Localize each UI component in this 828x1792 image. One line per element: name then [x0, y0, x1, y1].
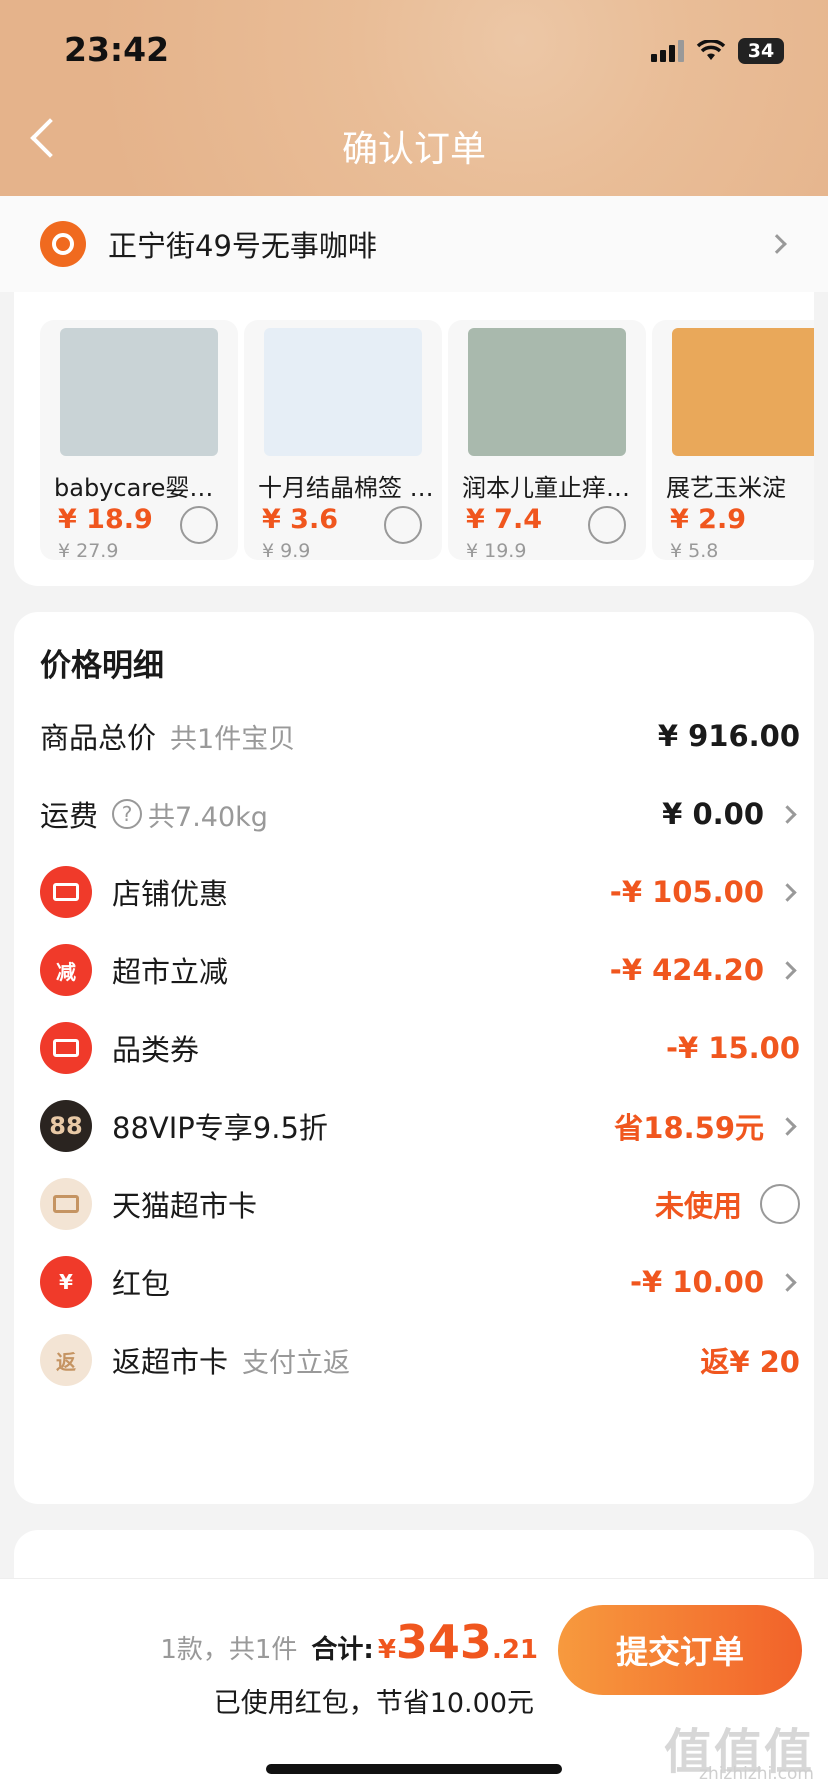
- coupon-icon: [40, 1022, 92, 1074]
- chevron-right-icon: [778, 882, 797, 902]
- category-coupon-row: 品类券 -¥ 15.00: [40, 1018, 800, 1078]
- goods-total-label: 商品总价: [40, 721, 157, 755]
- chevron-right-icon: [778, 960, 797, 980]
- chevron-right-icon: [778, 1116, 797, 1136]
- shop-discount-value: -¥ 105.00: [609, 875, 764, 909]
- product-name: babycare婴…: [54, 474, 214, 502]
- total-currency: ¥: [377, 1635, 396, 1665]
- watermark-url: zhizhizhi.com: [699, 1764, 814, 1784]
- product-original-price: ¥ 5.8: [670, 540, 719, 560]
- product-image: [672, 328, 814, 456]
- market-reduce-label: 超市立减: [112, 955, 229, 989]
- recommendation-item[interactable]: 展艺玉米淀 ¥ 2.9 ¥ 5.8: [652, 320, 814, 560]
- product-name: 十月结晶棉签 …: [258, 474, 434, 502]
- product-name: 润本儿童止痒…: [462, 474, 630, 502]
- vip-row[interactable]: 88 88VIP专享9.5折 省18.59元: [40, 1096, 800, 1156]
- address-bar[interactable]: 正宁街49号无事咖啡: [0, 196, 828, 292]
- submit-order-button[interactable]: 提交订单: [558, 1605, 802, 1695]
- total-decimal: .21: [491, 1635, 538, 1665]
- shipping-row[interactable]: 运费 ? 共7.40kg ¥ 0.00: [40, 784, 800, 844]
- total-label: 合计:: [311, 1635, 374, 1665]
- market-reduce-row[interactable]: 减 超市立减 -¥ 424.20: [40, 940, 800, 1000]
- red-packet-row[interactable]: ¥ 红包 -¥ 10.00: [40, 1252, 800, 1312]
- page-title: 确认订单: [341, 129, 486, 170]
- chevron-right-icon: [778, 804, 797, 824]
- help-icon[interactable]: ?: [112, 799, 143, 829]
- shop-discount-row[interactable]: 店铺优惠 -¥ 105.00: [40, 862, 800, 922]
- chevron-right-icon: [778, 1272, 797, 1292]
- product-image: [264, 328, 422, 456]
- market-card-checkbox[interactable]: [760, 1184, 800, 1224]
- address-text: 正宁街49号无事咖啡: [108, 229, 377, 263]
- recommendation-item[interactable]: 十月结晶棉签 … ¥ 3.6 ¥ 9.9: [244, 320, 442, 560]
- home-indicator[interactable]: [266, 1764, 562, 1774]
- vip-88-icon: 88: [40, 1100, 92, 1152]
- chevron-right-icon: [767, 234, 787, 254]
- header-bar: 23:42 34 确认订单: [0, 0, 828, 196]
- category-coupon-label: 品类券: [112, 1033, 200, 1067]
- recommendation-list: babycare婴… ¥ 18.9 ¥ 27.9 十月结晶棉签 … ¥ 3.6 ¥ 9.9…: [40, 320, 814, 560]
- shipping-value: ¥ 0.00: [662, 797, 764, 831]
- item-count: 1款，共1件: [160, 1635, 298, 1665]
- red-packet-label: 红包: [112, 1267, 171, 1301]
- product-name: 展艺玉米淀: [666, 474, 786, 502]
- product-original-price: ¥ 9.9: [262, 540, 311, 560]
- total-summary: 1款，共1件 合计: ¥ 343 .21: [160, 1615, 538, 1669]
- status-time: 23:42: [64, 30, 170, 69]
- product-price: ¥ 3.6: [262, 504, 339, 535]
- product-select-checkbox[interactable]: [384, 506, 422, 544]
- card-icon: [40, 1178, 92, 1230]
- wifi-icon: [696, 40, 726, 60]
- red-packet-value: -¥ 10.00: [629, 1265, 764, 1299]
- market-card-row[interactable]: 天猫超市卡 未使用: [40, 1174, 800, 1234]
- market-card-value: 未使用: [654, 1189, 742, 1223]
- product-select-checkbox[interactable]: [180, 506, 218, 544]
- cashback-label: 返超市卡: [112, 1345, 229, 1379]
- product-image: [468, 328, 626, 456]
- category-coupon-value: -¥ 15.00: [665, 1031, 800, 1065]
- section-title: 价格明细: [40, 648, 164, 684]
- product-price: ¥ 18.9: [58, 504, 153, 535]
- battery-icon: 34: [738, 38, 784, 64]
- recommendation-card: babycare婴… ¥ 18.9 ¥ 27.9 十月结晶棉签 … ¥ 3.6 ¥ 9.9…: [14, 250, 814, 586]
- product-select-checkbox[interactable]: [588, 506, 626, 544]
- saved-note: 已使用红包，节省10.00元: [213, 1688, 534, 1719]
- vip-value: 省18.59元: [614, 1111, 764, 1145]
- total-amount: 343: [395, 1615, 492, 1669]
- goods-total-row: 商品总价 共1件宝贝 ¥ 916.00: [40, 706, 800, 766]
- goods-total-value: ¥ 916.00: [657, 719, 800, 753]
- product-original-price: ¥ 27.9: [58, 540, 119, 560]
- product-price: ¥ 2.9: [670, 504, 747, 535]
- product-image: [60, 328, 218, 456]
- signal-icon: [651, 40, 684, 62]
- shipping-weight: 共7.40kg: [148, 801, 268, 833]
- coupon-icon: [40, 866, 92, 918]
- product-price: ¥ 7.4: [466, 504, 543, 535]
- reduce-icon: 减: [40, 944, 92, 996]
- shipping-label: 运费: [40, 799, 99, 833]
- cashback-sub: 支付立返: [242, 1347, 351, 1379]
- red-packet-icon: ¥: [40, 1256, 92, 1308]
- market-reduce-value: -¥ 424.20: [609, 953, 764, 987]
- status-icons: 34: [651, 38, 784, 64]
- product-original-price: ¥ 19.9: [466, 540, 527, 560]
- goods-total-sub: 共1件宝贝: [170, 723, 296, 755]
- recommendation-item[interactable]: 润本儿童止痒… ¥ 7.4 ¥ 19.9: [448, 320, 646, 560]
- cashback-icon: 返: [40, 1334, 92, 1386]
- location-pin-icon: [40, 221, 86, 267]
- market-card-label: 天猫超市卡: [112, 1189, 258, 1223]
- cashback-value: 返¥ 20: [700, 1345, 800, 1379]
- vip-label: 88VIP专享9.5折: [112, 1111, 328, 1145]
- recommendation-item[interactable]: babycare婴… ¥ 18.9 ¥ 27.9: [40, 320, 238, 560]
- price-detail-card: 价格明细 商品总价 共1件宝贝 ¥ 916.00 运费 ? 共7.40kg ¥ …: [14, 612, 814, 1504]
- cashback-row: 返 返超市卡 支付立返 返¥ 20: [40, 1330, 800, 1390]
- shop-discount-label: 店铺优惠: [112, 877, 229, 911]
